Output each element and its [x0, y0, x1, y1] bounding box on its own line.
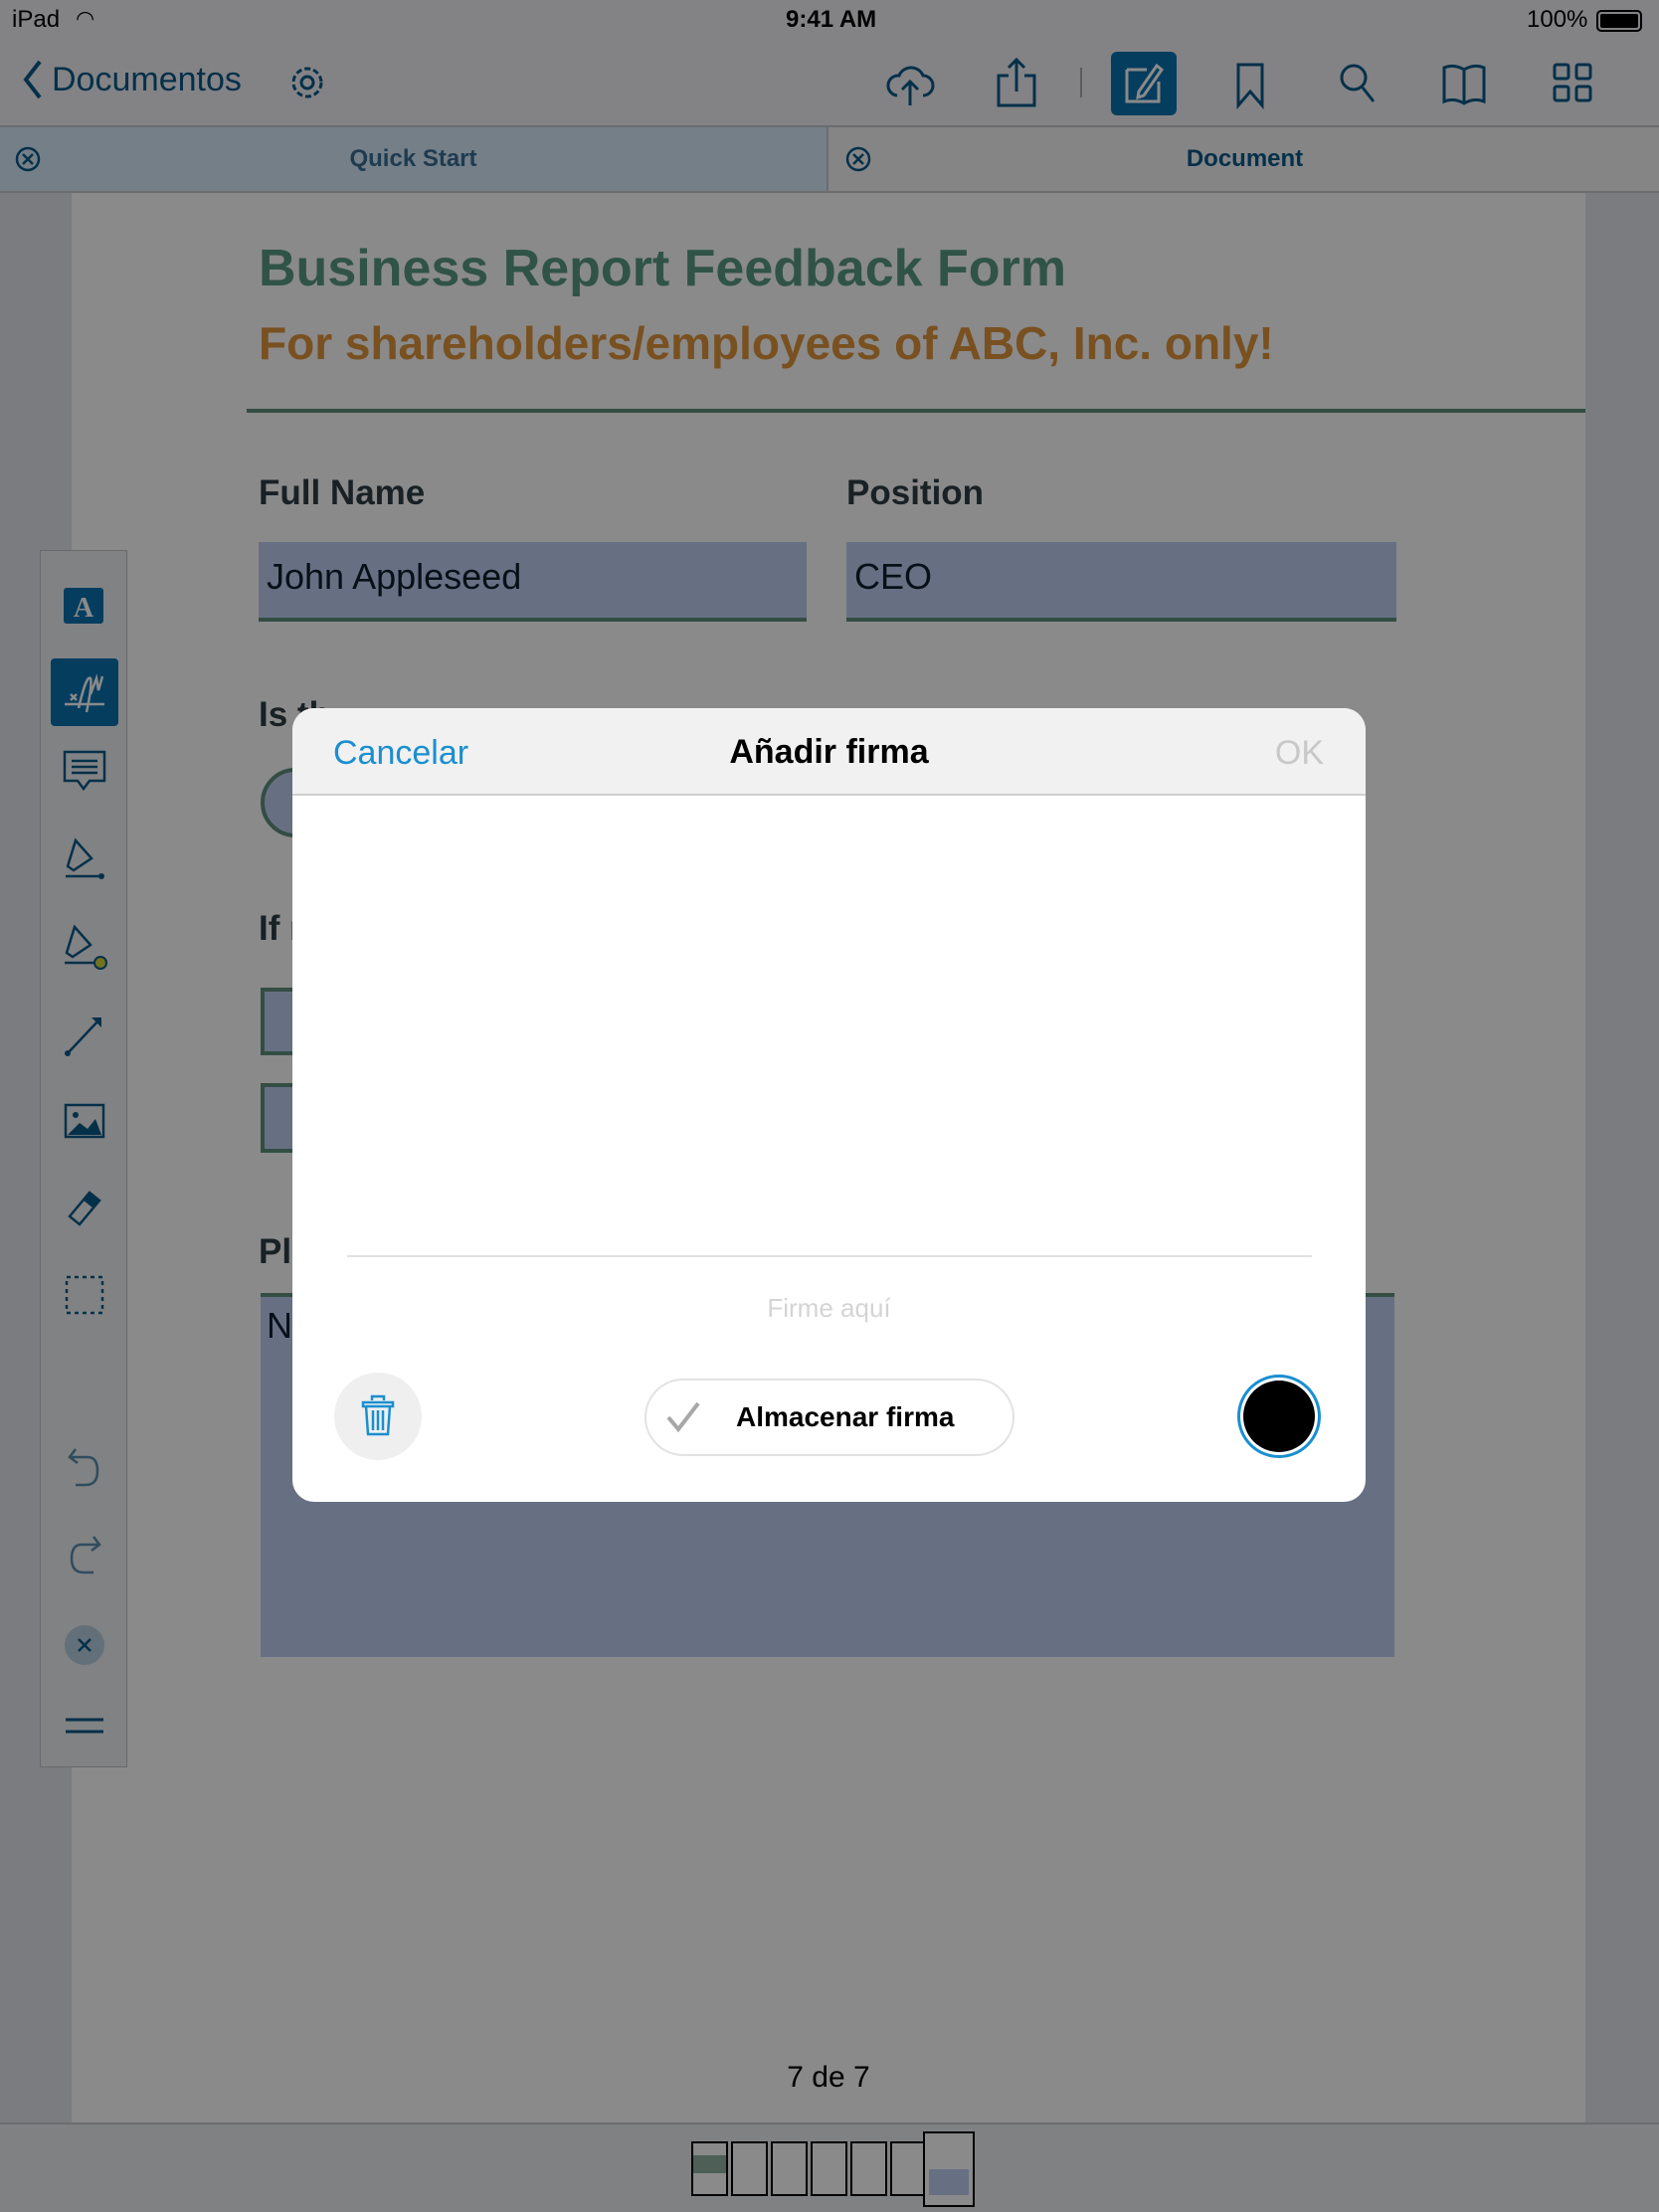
checkmark-icon: [666, 1401, 700, 1433]
cancel-button[interactable]: Cancelar: [333, 734, 468, 773]
ink-color-button[interactable]: [1237, 1375, 1321, 1458]
signature-line: [347, 1255, 1312, 1257]
store-signature-label: Almacenar firma: [736, 1401, 955, 1432]
clear-signature-button[interactable]: [334, 1373, 422, 1460]
store-signature-toggle[interactable]: Almacenar firma: [645, 1379, 1014, 1456]
ok-button[interactable]: OK: [1275, 734, 1324, 773]
add-signature-dialog: Cancelar Añadir firma OK Firme aquí Alma…: [292, 708, 1366, 1502]
signature-placeholder: Firme aquí: [767, 1293, 891, 1323]
signature-canvas[interactable]: [292, 798, 1366, 1255]
trash-icon: [361, 1394, 395, 1436]
color-swatch: [1243, 1381, 1315, 1452]
dialog-header: Cancelar Añadir firma OK: [292, 708, 1366, 796]
